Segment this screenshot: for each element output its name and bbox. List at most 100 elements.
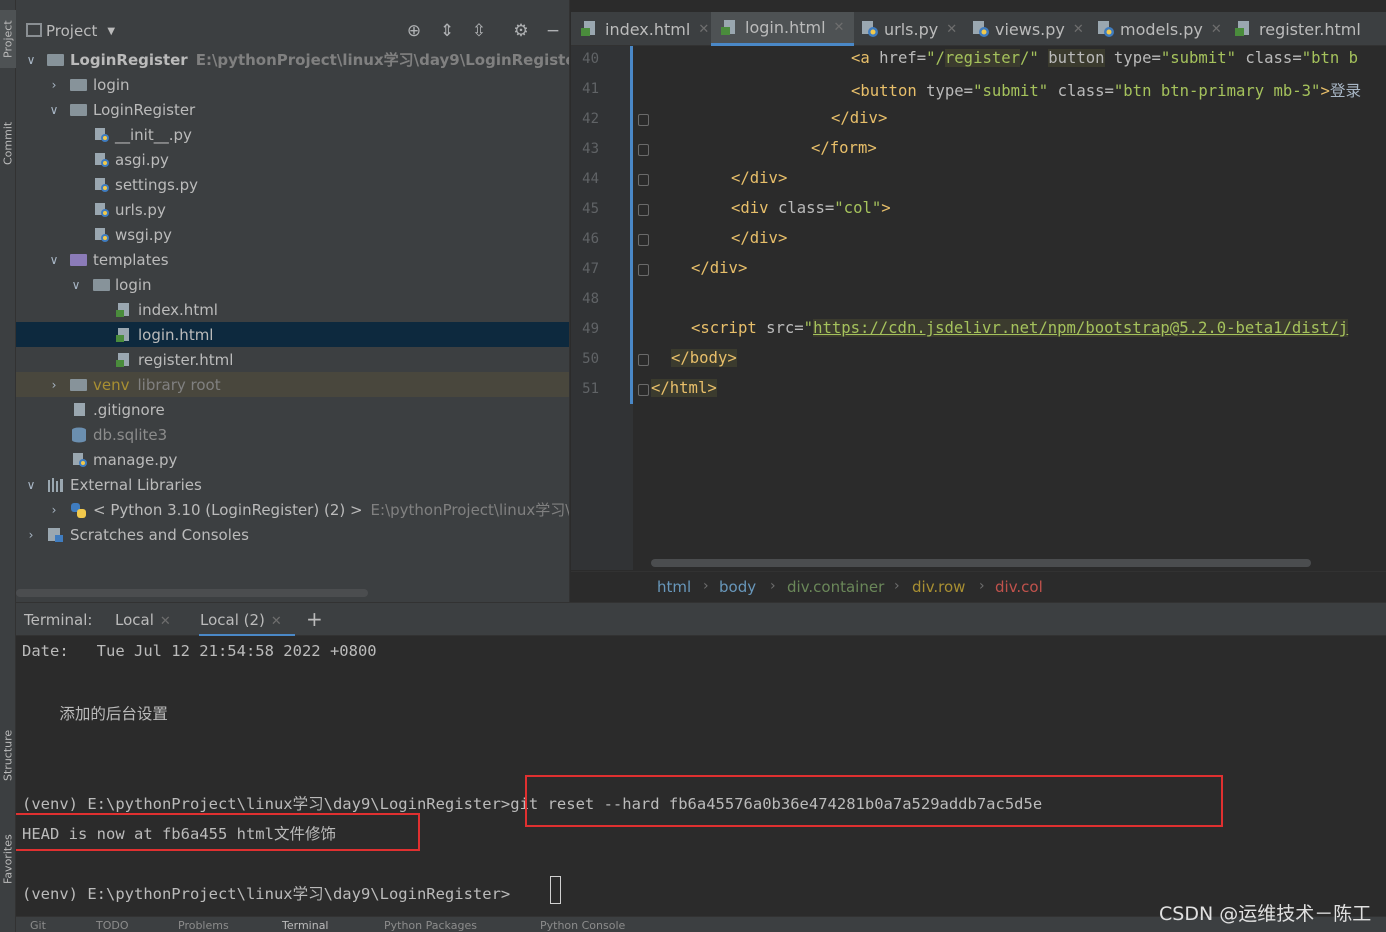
project-title[interactable]: Project (46, 22, 97, 40)
tree-item-label: templates (93, 250, 169, 269)
line-number: 49 (582, 321, 599, 337)
project-tool-tab[interactable]: Project (0, 10, 16, 68)
tree-item-gitignore[interactable]: .gitignore (16, 397, 569, 422)
fold-marker-icon[interactable] (638, 354, 649, 366)
collapse-all-icon[interactable]: ⇳ (468, 20, 490, 42)
structure-tool-tab[interactable]: Structure (0, 715, 16, 795)
line-number: 51 (582, 381, 599, 397)
breadcrumb-item-container[interactable]: div.container (787, 578, 884, 596)
code-line-50: </body> (671, 349, 737, 367)
tree-item-external-libraries[interactable]: ∨ External Libraries (16, 472, 569, 497)
tool-window-terminal[interactable]: Terminal (282, 919, 329, 932)
terminal-output[interactable]: Date: Tue Jul 12 21:54:58 2022 +0800 添加的… (16, 636, 1386, 916)
project-horizontal-scrollbar[interactable] (16, 589, 368, 597)
close-icon[interactable]: ✕ (946, 22, 957, 37)
python-file-icon (861, 20, 879, 38)
folder-icon (70, 379, 87, 391)
tool-window-git[interactable]: Git (30, 919, 46, 932)
tab-register-html[interactable]: register.html (1235, 12, 1361, 46)
chevron-right-icon[interactable]: › (47, 503, 61, 517)
tab-models-py[interactable]: models.py ✕ (1097, 12, 1222, 46)
chevron-down-icon[interactable]: ∨ (24, 478, 38, 492)
tool-window-todo[interactable]: TODO (96, 919, 129, 932)
tree-item-path: E:\pythonProject\linux学习\da (370, 501, 570, 519)
tree-item-project-root[interactable]: ∨ LoginRegister E:\pythonProject\linux学习\… (16, 47, 570, 72)
tree-item-wsgi-py[interactable]: wsgi.py (16, 222, 569, 247)
tree-item-path: E:\pythonProject\linux学习\day9\LoginRegis… (195, 51, 570, 69)
tree-item-templates[interactable]: ∨ templates (16, 247, 569, 272)
breadcrumb-item-body[interactable]: body (719, 578, 756, 596)
terminal-tab-local[interactable]: Local ✕ (115, 611, 171, 629)
chevron-down-icon[interactable]: ∨ (47, 103, 61, 117)
fold-marker-icon[interactable] (638, 174, 649, 186)
tree-item-login-app[interactable]: › login (16, 72, 569, 97)
tool-window-python-console[interactable]: Python Console (540, 919, 625, 932)
tab-views-py[interactable]: views.py ✕ (972, 12, 1084, 46)
html-file-icon (116, 302, 132, 318)
close-icon[interactable]: ✕ (834, 20, 845, 35)
code-editor[interactable]: 40 41 42 43 44 45 46 47 48 49 50 51 <a h… (571, 46, 1386, 570)
fold-marker-icon[interactable] (638, 204, 649, 216)
chevron-right-icon[interactable]: › (47, 378, 61, 392)
close-icon[interactable]: ✕ (271, 614, 282, 629)
chevron-right-icon[interactable]: › (47, 78, 61, 92)
tree-item-db-sqlite3[interactable]: db.sqlite3 (16, 422, 569, 447)
breadcrumb-item-html[interactable]: html (657, 578, 691, 596)
tab-urls-py[interactable]: urls.py ✕ (861, 12, 957, 46)
chevron-down-icon[interactable]: ∨ (69, 278, 83, 292)
tree-item-register-html[interactable]: register.html (16, 347, 569, 372)
line-number: 50 (582, 351, 599, 367)
fold-marker-icon[interactable] (638, 384, 649, 396)
terminal-tab-local-2[interactable]: Local (2) ✕ (200, 611, 282, 629)
favorites-tool-tab[interactable]: Favorites (0, 818, 16, 900)
chevron-right-icon[interactable]: › (24, 528, 38, 542)
terminal-line: Date: Tue Jul 12 21:54:58 2022 +0800 (22, 642, 377, 660)
minimize-icon[interactable]: − (542, 20, 564, 42)
tool-window-python-packages[interactable]: Python Packages (384, 919, 477, 932)
editor-horizontal-scrollbar[interactable] (651, 559, 1311, 567)
add-terminal-button[interactable]: + (306, 607, 323, 631)
close-icon[interactable]: ✕ (1073, 22, 1084, 37)
tree-item-python-sdk[interactable]: › < Python 3.10 (LoginRegister) (2) > E:\… (16, 497, 570, 522)
tree-item-label: index.html (138, 300, 218, 319)
tree-item-manage-py[interactable]: manage.py (16, 447, 569, 472)
tree-item-venv[interactable]: › venv library root (16, 372, 569, 397)
chevron-down-icon[interactable]: ∨ (24, 53, 38, 67)
chevron-down-icon[interactable]: ▼ (107, 26, 115, 37)
code-line-41: <button type="submit" class="btn btn-pri… (851, 82, 1362, 100)
close-icon[interactable]: ✕ (698, 22, 709, 37)
fold-marker-icon[interactable] (638, 264, 649, 276)
commit-tool-tab[interactable]: Commit (0, 108, 16, 178)
tree-item-label: < Python 3.10 (LoginRegister) (2) > (93, 501, 363, 519)
breadcrumb-item-col[interactable]: div.col (995, 578, 1043, 596)
terminal-tab-label: Local (115, 611, 154, 629)
tab-index-html[interactable]: index.html ✕ (581, 12, 709, 46)
tree-item-settings-py[interactable]: settings.py (16, 172, 569, 197)
close-icon[interactable]: ✕ (160, 614, 171, 629)
tree-item-index-html[interactable]: index.html (16, 297, 569, 322)
tree-item-init-py[interactable]: __init__.py (16, 122, 569, 147)
close-icon[interactable]: ✕ (1211, 22, 1222, 37)
tab-login-html[interactable]: login.html ✕ (711, 12, 855, 46)
python-file-icon (94, 202, 110, 218)
locate-icon[interactable]: ⊕ (403, 20, 425, 42)
tree-item-urls-py[interactable]: urls.py (16, 197, 569, 222)
tree-item-label: Scratches and Consoles (70, 525, 249, 544)
tab-label: register.html (1259, 19, 1361, 39)
gear-icon[interactable]: ⚙ (510, 20, 532, 42)
tree-item-asgi-py[interactable]: asgi.py (16, 147, 569, 172)
tool-window-problems[interactable]: Problems (178, 919, 229, 932)
chevron-down-icon[interactable]: ∨ (47, 253, 61, 267)
breadcrumb-item-row[interactable]: div.row (912, 578, 965, 596)
line-number: 41 (582, 81, 599, 97)
fold-marker-icon[interactable] (638, 144, 649, 156)
terminal-label: Terminal: (24, 611, 93, 629)
tree-item-label: LoginRegister (93, 100, 196, 119)
fold-marker-icon[interactable] (638, 114, 649, 126)
tree-item-templates-login[interactable]: ∨ login (16, 272, 569, 297)
fold-marker-icon[interactable] (638, 234, 649, 246)
tree-item-loginregister-pkg[interactable]: ∨ LoginRegister (16, 97, 569, 122)
tree-item-scratches[interactable]: › Scratches and Consoles (16, 522, 569, 547)
expand-all-icon[interactable]: ⇕ (436, 20, 458, 42)
tree-item-login-html-selected[interactable]: login.html (16, 322, 569, 347)
